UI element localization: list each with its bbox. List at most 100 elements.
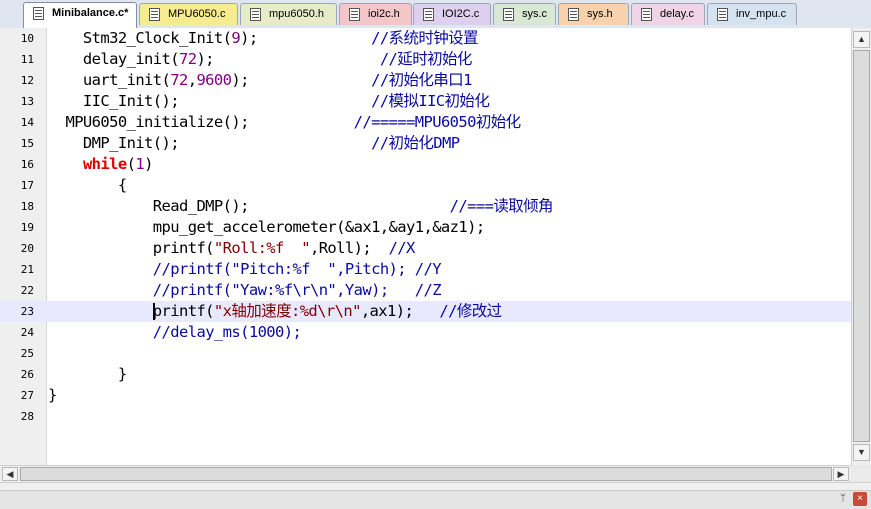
code-line[interactable]: 10 Stm32_Clock_Init(9); //系统时钟设置 <box>0 28 851 49</box>
number-token: 9600 <box>196 71 232 89</box>
file-c-icon <box>503 8 514 21</box>
code-line[interactable]: 21 //printf("Pitch:%f ",Pitch); //Y <box>0 259 851 280</box>
comment-token: //printf("Pitch:%f ",Pitch); //Y <box>152 260 442 278</box>
string-token: "x轴加速度:%d\r\n" <box>213 302 362 320</box>
tab-label: inv_mpu.c <box>736 8 787 20</box>
line-number: 14 <box>20 116 34 129</box>
code-token: ) <box>144 155 153 173</box>
number-token: 72 <box>170 71 188 89</box>
code-line[interactable]: 27} <box>0 385 851 406</box>
tab-mpu6050-c[interactable]: MPU6050.c <box>139 3 238 25</box>
scroll-up-button[interactable]: ▲ <box>853 31 870 48</box>
code-text: delay_init(72); //延时初始化 <box>48 49 472 70</box>
code-token: Read_DMP(); <box>48 197 450 215</box>
code-token: DMP_Init(); <box>48 134 372 152</box>
line-number: 24 <box>20 326 34 339</box>
scroll-right-button[interactable]: ▶ <box>833 467 849 481</box>
code-line[interactable]: 14 MPU6050_initialize(); //=====MPU6050初… <box>0 112 851 133</box>
tab-sys-h[interactable]: sys.h <box>558 3 629 25</box>
code-line[interactable]: 13 IIC_Init(); //模拟IIC初始化 <box>0 91 851 112</box>
tab-ioi2c-h[interactable]: ioi2c.h <box>339 3 412 25</box>
vertical-scrollbar[interactable]: ▲ ▼ <box>851 28 871 465</box>
scrollbar-corner <box>851 465 871 482</box>
line-number: 15 <box>20 137 34 150</box>
code-token: } <box>48 386 57 404</box>
horizontal-scrollbar[interactable]: ◀ ▶ <box>0 465 851 482</box>
code-token: printf( <box>48 302 215 320</box>
line-number: 26 <box>20 368 34 381</box>
code-text: mpu_get_accelerometer(&ax1,&ay1,&az1); <box>48 217 485 238</box>
code-text: MPU6050_initialize(); //=====MPU6050初始化 <box>48 112 521 133</box>
string-token: "Roll:%f " <box>213 239 311 257</box>
comment-token: //delay_ms(1000); <box>152 323 302 341</box>
code-token: IIC_Init(); <box>48 92 372 110</box>
vertical-scroll-thumb[interactable] <box>853 50 870 442</box>
code-line[interactable]: 20 printf("Roll:%f ",Roll); //X <box>0 238 851 259</box>
line-number: 10 <box>20 32 34 45</box>
comment-token: //初始化串口1 <box>371 71 472 89</box>
scroll-down-button[interactable]: ▼ <box>853 444 870 461</box>
code-line[interactable]: 18 Read_DMP(); //===读取倾角 <box>0 196 851 217</box>
comment-token: //X <box>388 239 416 257</box>
code-line[interactable]: 16 while(1) <box>0 154 851 175</box>
code-line[interactable]: 23 printf("x轴加速度:%d\r\n",ax1); //修改过 <box>0 301 851 322</box>
code-line[interactable]: 22 //printf("Yaw:%f\r\n",Yaw); //Z <box>0 280 851 301</box>
code-line[interactable]: 26 } <box>0 364 851 385</box>
arrow-down-icon: ▼ <box>857 447 866 457</box>
line-number: 11 <box>20 53 34 66</box>
code-line[interactable]: 28 <box>0 406 851 427</box>
tab-label: delay.c <box>660 8 695 20</box>
text-caret <box>152 303 155 320</box>
code-text: } <box>48 364 127 385</box>
code-text: { <box>48 175 127 196</box>
code-text: printf("x轴加速度:%d\r\n",ax1); //修改过 <box>48 301 502 322</box>
code-token: ); <box>231 71 372 89</box>
file-c-icon <box>717 8 728 21</box>
horizontal-scroll-thumb[interactable] <box>20 467 832 481</box>
line-number: 13 <box>20 95 34 108</box>
code-editor[interactable]: 10 Stm32_Clock_Init(9); //系统时钟设置 11 delay… <box>0 28 851 465</box>
code-token: ,ax1); <box>360 302 440 320</box>
code-token: { <box>48 176 127 194</box>
line-number: 20 <box>20 242 34 255</box>
code-line[interactable]: 24 //delay_ms(1000); <box>0 322 851 343</box>
tab-delay-c[interactable]: delay.c <box>631 3 705 25</box>
line-number: 12 <box>20 74 34 87</box>
code-line[interactable]: 17 { <box>0 175 851 196</box>
comment-token: //===读取倾角 <box>449 197 554 215</box>
tab-minibalance-c[interactable]: Minibalance.c* <box>23 2 137 29</box>
pin-icon[interactable]: ᛘ <box>836 492 850 506</box>
code-line[interactable]: 11 delay_init(72); //延时初始化 <box>0 49 851 70</box>
code-line[interactable]: 15 DMP_Init(); //初始化DMP <box>0 133 851 154</box>
tab-sys-c[interactable]: sys.c <box>493 3 556 25</box>
code-text: IIC_Init(); //模拟IIC初始化 <box>48 91 490 112</box>
file-h-icon <box>250 8 261 21</box>
tab-label: MPU6050.c <box>168 8 226 20</box>
code-token: uart_init( <box>48 71 171 89</box>
tab-inv-mpu-c[interactable]: inv_mpu.c <box>707 3 797 25</box>
file-c-icon <box>641 8 652 21</box>
tab-ioi2c-c[interactable]: IOI2C.c <box>413 3 491 25</box>
arrow-right-icon: ▶ <box>837 469 845 479</box>
code-line[interactable]: 25 <box>0 343 851 364</box>
code-token: MPU6050_initialize(); <box>48 113 354 131</box>
tab-label: ioi2c.h <box>368 8 400 20</box>
code-text: } <box>48 385 57 406</box>
tab-mpu6050-h[interactable]: mpu6050.h <box>240 3 337 25</box>
scroll-left-button[interactable]: ◀ <box>2 467 18 481</box>
output-pane-title-bar <box>0 490 871 509</box>
code-text: Read_DMP(); //===读取倾角 <box>48 196 554 217</box>
comment-token: //=====MPU6050初始化 <box>353 113 522 131</box>
code-line[interactable]: 19 mpu_get_accelerometer(&ax1,&ay1,&az1)… <box>0 217 851 238</box>
file-c-icon <box>33 7 44 20</box>
comment-token: //修改过 <box>439 302 502 320</box>
close-pane-icon[interactable]: × <box>853 492 867 506</box>
comment-token: //延时初始化 <box>379 50 473 68</box>
tab-label: mpu6050.h <box>269 8 325 20</box>
output-pane-header: ᛘ × <box>0 482 871 509</box>
tab-label: sys.c <box>522 8 548 20</box>
code-line[interactable]: 12 uart_init(72,9600); //初始化串口1 <box>0 70 851 91</box>
tab-label: Minibalance.c* <box>52 7 129 19</box>
